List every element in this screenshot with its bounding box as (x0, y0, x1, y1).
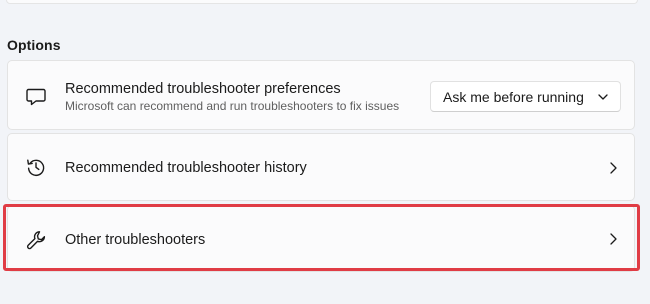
wrench-icon (27, 231, 46, 250)
troubleshooter-preferences-description: Microsoft can recommend and run troubles… (65, 99, 400, 113)
troubleshooter-preferences-dropdown[interactable]: Ask me before running (430, 81, 621, 112)
chevron-right-icon (610, 162, 617, 174)
chevron-right-icon (610, 233, 617, 245)
troubleshooter-history-card[interactable]: Recommended troubleshooter history (7, 133, 635, 201)
section-title: Options (7, 37, 61, 53)
previous-card-edge (6, 0, 638, 4)
troubleshooter-preferences-label: Recommended troubleshooter preferences (65, 81, 341, 97)
chat-bubble-icon (26, 88, 46, 106)
other-troubleshooters-label: Other troubleshooters (65, 232, 206, 248)
dropdown-selected-value: Ask me before running (443, 89, 584, 105)
other-troubleshooters-card[interactable]: Other troubleshooters (7, 205, 635, 272)
troubleshooter-history-label: Recommended troubleshooter history (65, 160, 307, 176)
history-icon (27, 159, 45, 177)
chevron-down-icon (598, 94, 608, 100)
troubleshooter-preferences-card: Recommended troubleshooter preferences M… (7, 60, 635, 130)
